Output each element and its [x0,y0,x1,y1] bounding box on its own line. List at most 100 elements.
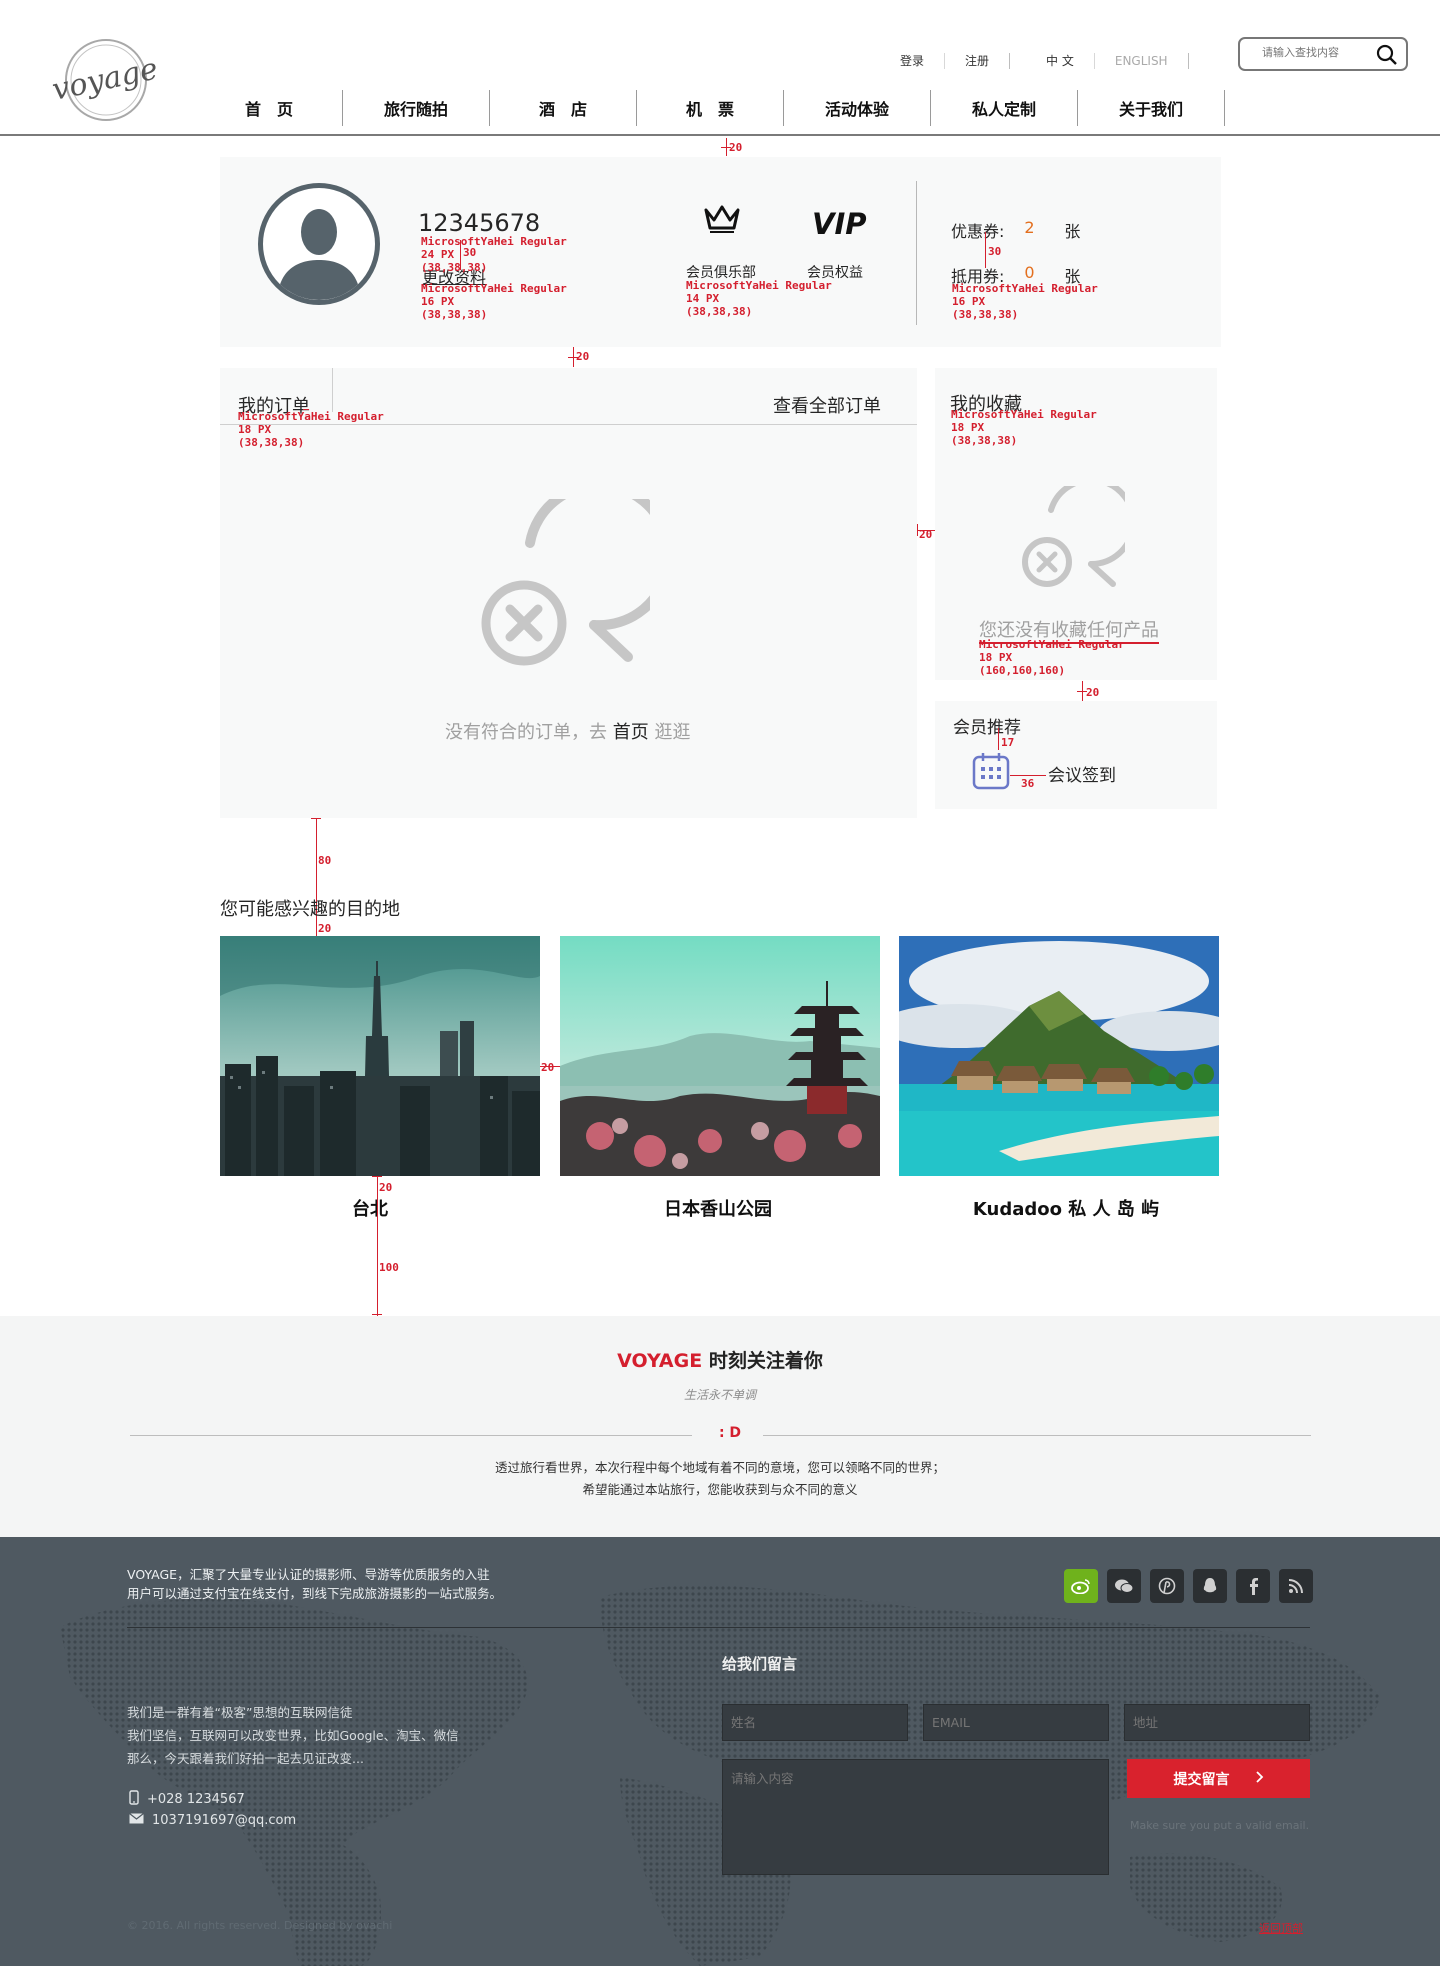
destination-card-kudadoo[interactable] [899,936,1219,1176]
divider [220,424,917,425]
voyage-logo[interactable]: voyage [48,34,166,126]
rss-icon[interactable] [1279,1569,1313,1603]
empty-prefix: 没有符合的订单，去 [445,722,607,743]
submit-message-button[interactable]: 提交留言 [1127,1759,1310,1798]
size-annotation: 18 PX [979,651,1013,664]
weibo-icon[interactable] [1064,1569,1098,1603]
coupon-count[interactable]: 2 [1024,218,1064,242]
nav-activities[interactable]: 活动体验 [784,90,931,126]
size-annotation: 16 PX [952,295,986,308]
gap-label: 20 [318,922,332,935]
gap-marker [460,240,461,270]
footer-email: 1037191697@qq.com [129,1813,296,1828]
chevron-right-icon [1255,1770,1264,1787]
destination-name[interactable]: 台北 [210,1195,530,1221]
mail-icon [129,1813,144,1828]
member-recommend-panel: 会员推荐 会议签到 [935,701,1217,809]
phone-number: +028 1234567 [147,1792,245,1807]
font-annotation: MicrosoftYaHei Regular [421,282,567,295]
size-annotation: 18 PX [951,421,985,434]
color-annotation: (38,38,38) [951,434,1018,447]
search-icon[interactable] [1376,44,1398,66]
divider [127,1627,1310,1628]
destination-name[interactable]: 日本香山公园 [558,1195,878,1221]
follow-subtitle: 生活永不单调 [683,1388,756,1402]
member-recommend-title: 会员推荐 [953,718,1021,738]
gap-marker [311,818,321,819]
about-line: 我们坚信，互联网可以改变世界，比如Google、淘宝、微信 [127,1728,459,1743]
gap-label: 20 [379,1181,393,1194]
social-links [1064,1569,1313,1603]
register-link[interactable]: 注册 [945,53,1011,69]
nav-flights[interactable]: 机 票 [637,90,784,126]
view-all-orders-link[interactable]: 查看全部订单 [773,392,881,418]
nav-hotel[interactable]: 酒 店 [490,90,637,126]
meeting-checkin-link[interactable]: 会议签到 [1048,761,1116,786]
color-annotation: (38,38,38) [686,305,753,318]
intro-line: VOYAGE，汇聚了大量专业认证的摄影师、导游等优质服务的入驻 [127,1567,490,1582]
size-annotation: 24 PX [421,248,455,261]
coupon-row: 优惠券: 2 张 [951,218,1080,242]
nav-about[interactable]: 关于我们 [1078,90,1225,126]
gap-label: 20 [729,141,743,154]
gap-label: 20 [576,350,590,363]
destination-name[interactable]: Kudadoo 私 人 岛 屿 [906,1195,1226,1221]
nav-custom[interactable]: 私人定制 [931,90,1078,126]
divider [916,181,917,325]
lang-chinese-link[interactable]: 中 文 [1010,53,1095,69]
gap-label: 30 [988,245,1002,258]
font-annotation: MicrosoftYaHei Regular [421,235,567,248]
about-line: 我们是一群有着“极客”思想的互联网信徒 [127,1705,353,1720]
size-annotation: 14 PX [686,292,720,305]
message-textarea[interactable] [722,1759,1109,1875]
footer-intro: VOYAGE，汇聚了大量专业认证的摄影师、导游等优质服务的入驻 用户可以通过支付… [127,1565,502,1603]
back-to-top-link[interactable]: 返回顶部 [1259,1920,1303,1936]
gap-marker [998,728,999,750]
search-input[interactable] [1262,46,1374,59]
main-nav: 首 页 旅行随拍 酒 店 机 票 活动体验 私人定制 关于我们 [196,90,1225,126]
facebook-icon[interactable] [1236,1569,1270,1603]
empty-search-icon [1021,477,1137,594]
destination-card-japan-park[interactable] [560,936,880,1176]
login-link[interactable]: 登录 [880,53,946,69]
vip-icon[interactable]: VIP [812,207,867,241]
address-input[interactable] [1124,1704,1310,1741]
user-avatar[interactable] [258,183,380,305]
email-address[interactable]: 1037191697@qq.com [152,1813,296,1828]
email-input[interactable] [923,1704,1109,1741]
gap-label: 20 [919,528,933,541]
destination-card-taipei[interactable] [220,936,540,1176]
stroll-link[interactable]: 逛逛 [654,722,690,743]
color-annotation: (38,38,38) [421,308,488,321]
lang-english-link[interactable]: ENGLISH [1095,53,1189,69]
intro-line: 用户可以通过支付宝在线支付，到线下完成旅游摄影的一站式服务。 [127,1586,503,1601]
color-annotation: (38,38,38) [952,308,1019,321]
gap-label: 20 [1086,686,1100,699]
pinterest-icon[interactable] [1150,1569,1184,1603]
name-input[interactable] [722,1704,908,1741]
coupon-label: 优惠券: [951,222,1005,241]
wechat-icon[interactable] [1107,1569,1141,1603]
submit-label: 提交留言 [1173,1771,1230,1788]
follow-section: VOYAGE 时刻关注着你 生活永不单调 : D 透过旅行看世界，本次行程中每个… [0,1316,1440,1537]
nav-travel-photos[interactable]: 旅行随拍 [343,90,490,126]
gap-marker [377,1176,378,1316]
font-annotation: MicrosoftYaHei Regular [951,408,1097,421]
headline-text: 时刻关注着你 [702,1350,823,1372]
font-annotation: MicrosoftYaHei Regular [686,279,832,292]
nav-home[interactable]: 首 页 [196,90,343,126]
brand-name: VOYAGE [617,1350,703,1372]
coupon-unit: 张 [1064,222,1081,241]
gap-label: 20 [541,1061,555,1074]
username: 12345678 [418,209,541,237]
profile-panel: 12345678 更改资料 会员俱乐部 VIP 会员权益 优惠券: 2 张 抵用… [220,157,1221,347]
qq-icon[interactable] [1193,1569,1227,1603]
crown-icon[interactable] [703,204,741,238]
font-annotation: MicrosoftYaHei Regular [979,638,1125,651]
gap-label: 100 [379,1261,399,1274]
email-note: Make sure you put a valid email. [1130,1819,1310,1832]
site-header: voyage 登录 注册 中 文 ENGLISH 首 页 旅行随拍 酒 店 机 … [0,0,1440,136]
home-link[interactable]: 首页 [613,722,649,743]
message-form-title: 给我们留言 [722,1655,798,1673]
calendar-icon[interactable] [972,752,1010,790]
